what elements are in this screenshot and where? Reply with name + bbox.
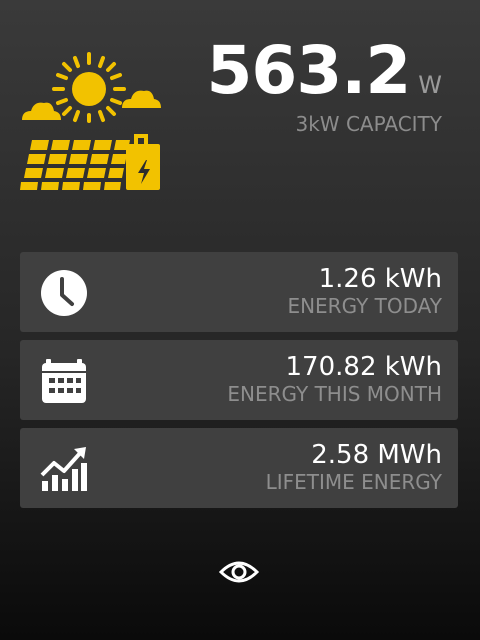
stats-list: 1.26 kWh ENERGY TODAY 170.82 kWh ENERGY … [20,252,458,516]
stat-value: 1.26 kWh [318,264,442,294]
current-power: 563.2 W 3kW CAPACITY [206,32,443,137]
stat-card-lifetime-energy: 2.58 MWh LIFETIME ENERGY [20,428,458,508]
power-unit: W [418,71,442,99]
stat-value: 2.58 MWh [311,440,442,470]
stat-label: ENERGY THIS MONTH [227,382,442,407]
stat-label: LIFETIME ENERGY [265,470,442,495]
capacity-label: 3kW CAPACITY [295,112,443,136]
stat-card-energy-today: 1.26 kWh ENERGY TODAY [20,252,458,332]
solar-panel-sun-icon [20,52,161,190]
eye-icon[interactable] [219,556,259,588]
power-value: 563.2 [206,32,412,109]
clock-icon [41,270,87,316]
stat-label: ENERGY TODAY [287,294,442,319]
stat-card-energy-month: 170.82 kWh ENERGY THIS MONTH [20,340,458,420]
stat-value: 170.82 kWh [285,352,442,382]
growth-chart-icon [40,447,87,491]
calendar-icon [42,359,86,403]
